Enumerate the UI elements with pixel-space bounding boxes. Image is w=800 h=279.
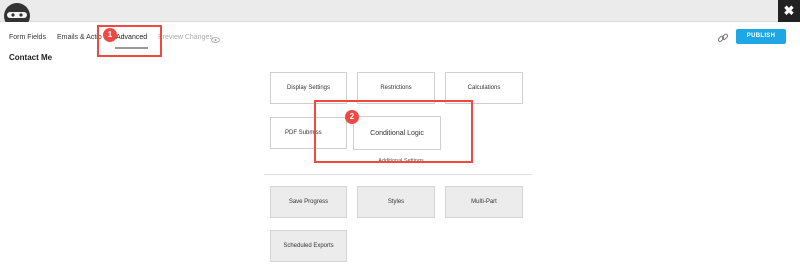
tab-preview-changes[interactable]: Preview Changes — [158, 34, 213, 41]
tab-form-fields[interactable]: Form Fields — [9, 34, 46, 41]
section-divider — [264, 174, 532, 175]
scheduled-exports-card[interactable]: Scheduled Exports — [270, 230, 347, 262]
highlight-box-2 — [314, 100, 473, 163]
save-progress-label: Save Progress — [288, 199, 329, 205]
ninja-logo-icon — [2, 0, 32, 22]
calculations-label: Calculations — [467, 85, 501, 91]
publish-button[interactable]: PUBLISH — [736, 29, 786, 44]
tab-emails-actions[interactable]: Emails & Actio — [57, 34, 102, 41]
scheduled-exports-label: Scheduled Exports — [283, 243, 334, 249]
restrictions-label: Restrictions — [380, 85, 412, 91]
save-progress-card[interactable]: Save Progress — [270, 186, 347, 218]
multi-part-card[interactable]: Multi-Part — [445, 186, 523, 218]
top-bar: ✖ — [0, 0, 800, 22]
display-settings-label: Display Settings — [286, 85, 331, 91]
step-badge-2: 2 — [345, 110, 359, 124]
link-icon[interactable] — [717, 31, 729, 43]
styles-card[interactable]: Styles — [357, 186, 435, 218]
page-title: Contact Me — [9, 53, 53, 62]
multi-part-label: Multi-Part — [471, 199, 497, 205]
eye-icon — [211, 37, 220, 45]
styles-label: Styles — [387, 199, 405, 205]
close-button[interactable]: ✖ — [778, 0, 800, 22]
step-badge-1: 1 — [103, 28, 117, 42]
